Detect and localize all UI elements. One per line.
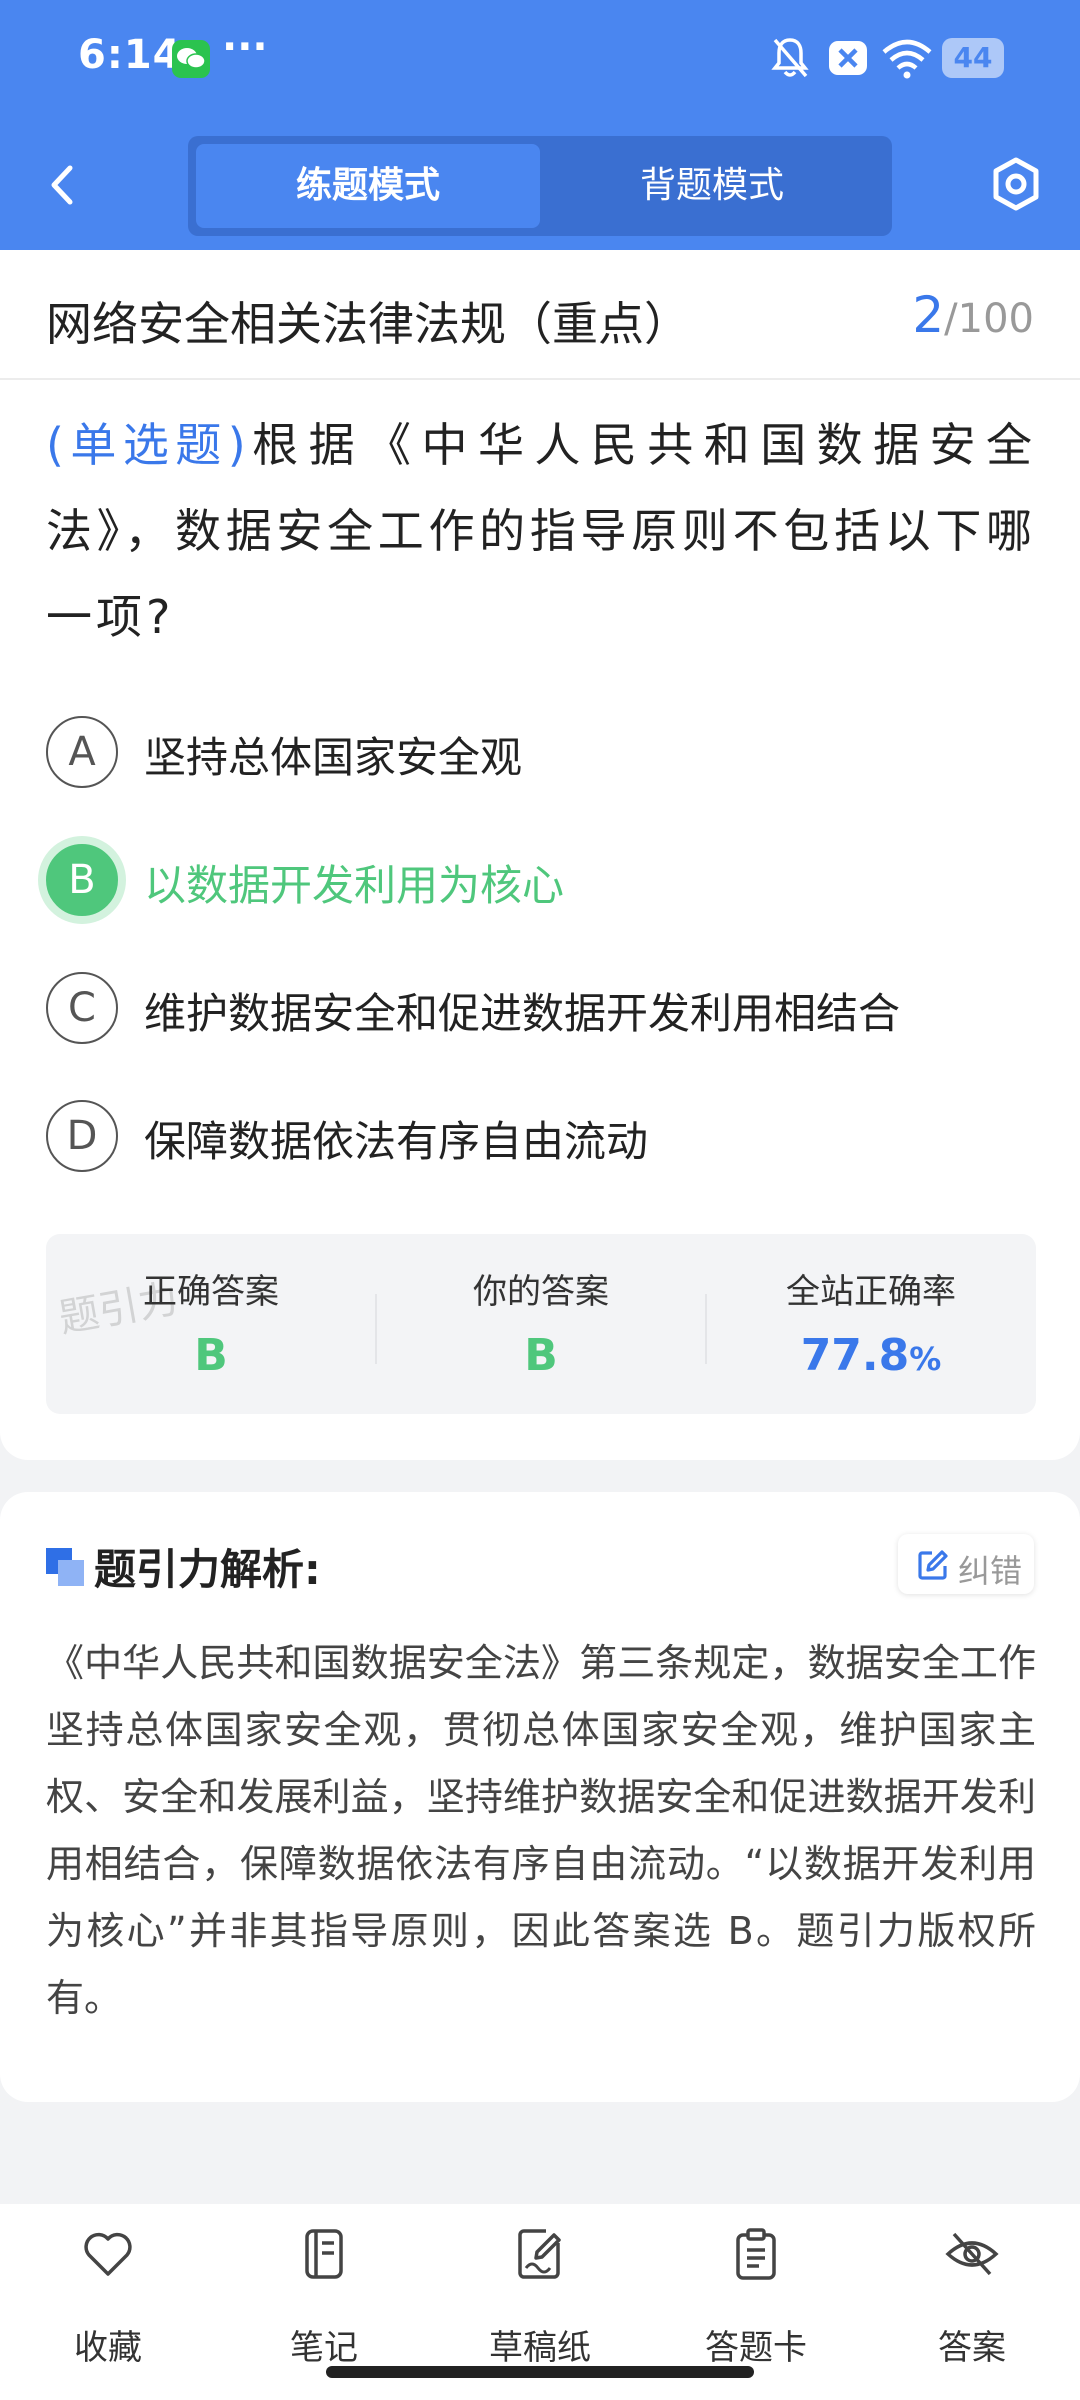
- question-card: 网络安全相关法律法规（重点） 2/100 (单选题)根据《中华人民共和国数据安全…: [0, 250, 1080, 1460]
- analysis-title: 题引力解析:: [94, 1545, 321, 1594]
- option-letter: C: [46, 972, 118, 1044]
- option-letter: A: [46, 716, 118, 788]
- stat-label: 你的答案: [473, 1272, 609, 1312]
- wifi-icon: [880, 36, 934, 84]
- heart-icon: [84, 2232, 132, 2276]
- stat-value: B: [524, 1330, 558, 1381]
- nav-label: 答题卡: [705, 2328, 807, 2368]
- app-header: 6:14 ··· 44 练题模式 背题模式: [0, 0, 1080, 250]
- tab-practice-mode[interactable]: 练题模式: [196, 144, 540, 228]
- stat-correct-rate: 全站正确率 77.8%: [706, 1234, 1036, 1414]
- progress-current: 2: [912, 286, 945, 344]
- progress-separator: /: [944, 296, 958, 342]
- stat-label: 全站正确率: [786, 1272, 956, 1312]
- stat-value: 77.8%: [706, 1330, 1036, 1381]
- section-title: 网络安全相关法律法规（重点）: [46, 297, 690, 351]
- option-text: 坚持总体国家安全观: [144, 733, 523, 782]
- nav-favorite[interactable]: 收藏: [0, 2226, 216, 2368]
- edit-icon: [918, 1550, 948, 1580]
- option-a[interactable]: A 坚持总体国家安全观: [46, 710, 1036, 794]
- analysis-card: 题引力解析: 纠错 《中华人民共和国数据安全法》第三条规定，数据安全工作坚持总体…: [0, 1492, 1080, 2102]
- option-c[interactable]: C 维护数据安全和促进数据开发利用相结合: [46, 966, 1036, 1050]
- option-text: 保障数据依法有序自由流动: [144, 1117, 649, 1166]
- nav-answer[interactable]: 答案: [864, 2226, 1080, 2368]
- nav-label: 收藏: [74, 2328, 142, 2368]
- nav-draft[interactable]: 草稿纸: [432, 2226, 648, 2368]
- report-label: 纠错: [958, 1552, 1023, 1590]
- battery-indicator: 44: [942, 38, 1004, 78]
- home-indicator[interactable]: [326, 2366, 754, 2378]
- stat-value: B: [194, 1330, 228, 1381]
- mode-switch: 练题模式 背题模式: [188, 136, 892, 236]
- wechat-icon: [172, 40, 210, 78]
- nav-label: 答案: [938, 2328, 1006, 2368]
- option-text: 以数据开发利用为核心: [144, 861, 565, 910]
- question-stem: (单选题)根据《中华人民共和国数据安全法》，数据安全工作的指导原则不包括以下哪一…: [46, 402, 1036, 660]
- clipboard-icon: [736, 2228, 776, 2280]
- eye-off-icon: [945, 2232, 999, 2276]
- close-box-icon: [826, 36, 870, 84]
- report-error-button[interactable]: 纠错: [898, 1534, 1034, 1594]
- nav-label: 笔记: [290, 2328, 358, 2368]
- section-header: 网络安全相关法律法规（重点） 2/100: [0, 250, 1080, 380]
- progress-total: 100: [957, 296, 1034, 342]
- status-bar: 6:14 ··· 44: [0, 0, 1080, 118]
- answer-stats: 题引力 正确答案 B 你的答案 B 全站正确率 77.8%: [46, 1234, 1036, 1414]
- option-text: 维护数据安全和促进数据开发利用相结合: [144, 989, 901, 1038]
- stat-your-answer: 你的答案 B: [376, 1234, 706, 1414]
- nav-notes[interactable]: 笔记: [216, 2226, 432, 2368]
- option-letter: B: [46, 844, 118, 916]
- draft-pen-icon: [518, 2229, 561, 2279]
- notebook-icon: [305, 2229, 343, 2279]
- question-progress: 2/100: [912, 286, 1034, 344]
- stat-label: 正确答案: [143, 1272, 279, 1312]
- status-time: 6:14: [78, 32, 182, 78]
- settings-gear-icon[interactable]: [990, 156, 1042, 212]
- stat-correct-answer: 正确答案 B: [46, 1234, 376, 1414]
- analysis-text: 《中华人民共和国数据安全法》第三条规定，数据安全工作坚持总体国家安全观，贯彻总体…: [46, 1641, 1036, 2020]
- status-more-dots: ···: [222, 24, 268, 70]
- option-b[interactable]: B 以数据开发利用为核心: [46, 838, 1036, 922]
- rate-number: 77.8: [800, 1330, 910, 1381]
- option-d[interactable]: D 保障数据依法有序自由流动: [46, 1094, 1036, 1178]
- rate-unit: %: [909, 1340, 942, 1378]
- back-arrow-icon[interactable]: [42, 160, 82, 210]
- option-letter: D: [46, 1100, 118, 1172]
- nav-answer-sheet[interactable]: 答题卡: [648, 2226, 864, 2368]
- bell-muted-icon: [770, 36, 810, 84]
- tab-memorize-mode[interactable]: 背题模式: [540, 144, 884, 228]
- nav-label: 草稿纸: [489, 2328, 591, 2368]
- analysis-logo-icon: [46, 1548, 84, 1586]
- question-type: (单选题): [46, 418, 246, 472]
